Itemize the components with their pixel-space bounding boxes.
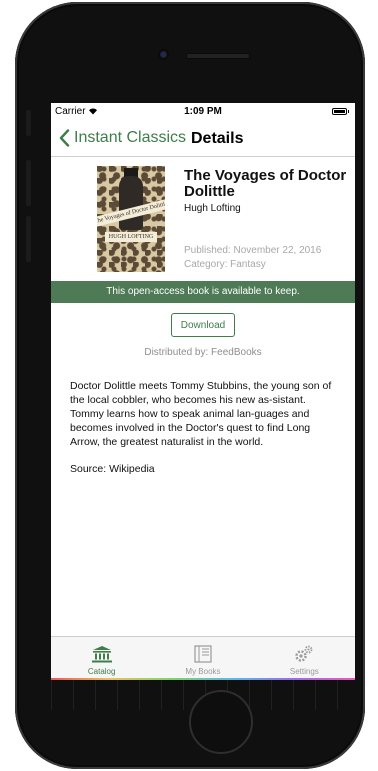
book-cover-image: The Voyages of Doctor Dolittle HUGH LOFT… <box>97 166 165 272</box>
tab-my-books-label: My Books <box>185 667 221 676</box>
tab-settings-label: Settings <box>289 667 319 676</box>
back-button[interactable]: Instant Classics <box>59 129 186 147</box>
summary-source: Source: Wikipedia <box>70 463 155 475</box>
app-screen: Carrier 1:09 PM Instant Classics Details… <box>51 103 355 680</box>
phone-frame: Carrier 1:09 PM Instant Classics Details… <box>15 2 365 769</box>
navigation-bar: Instant Classics Details <box>51 121 355 157</box>
download-button[interactable]: Download <box>171 313 235 337</box>
book-title: The Voyages of Doctor Dolittle <box>184 167 347 200</box>
bank-icon <box>91 646 112 663</box>
back-button-label: Instant Classics <box>74 129 187 146</box>
tab-catalog[interactable]: Catalog <box>51 637 152 680</box>
books-icon <box>194 645 212 663</box>
tab-bar: Catalog My Books Settings <box>51 636 355 680</box>
book-author: Hugh Lofting <box>184 203 241 214</box>
mute-switch <box>26 110 31 136</box>
earpiece-speaker <box>186 53 250 59</box>
clock: 1:09 PM <box>184 106 222 117</box>
cover-author-lettering: HUGH LOFTING <box>105 232 157 242</box>
gears-icon <box>295 645 313 662</box>
status-bar: Carrier 1:09 PM <box>51 103 355 121</box>
chevron-left-icon <box>59 129 70 147</box>
book-header: The Voyages of Doctor Dolittle HUGH LOFT… <box>51 157 355 281</box>
front-camera <box>158 49 169 60</box>
book-summary: Doctor Dolittle meets Tommy Stubbins, th… <box>70 380 332 448</box>
tab-my-books[interactable]: My Books <box>152 637 253 680</box>
tab-catalog-label: Catalog <box>87 667 116 676</box>
home-button[interactable] <box>189 690 253 754</box>
distributor-label: Distributed by: FeedBooks <box>144 347 262 358</box>
tab-settings[interactable]: Settings <box>254 637 355 680</box>
availability-banner: This open-access book is available to ke… <box>51 281 355 303</box>
page-title: Details <box>191 130 244 147</box>
book-category: Category: Fantasy <box>184 259 266 270</box>
volume-up-button <box>26 160 31 206</box>
volume-down-button <box>26 216 31 262</box>
published-date: Published: November 22, 2016 <box>184 245 322 256</box>
battery-icon <box>332 108 349 115</box>
